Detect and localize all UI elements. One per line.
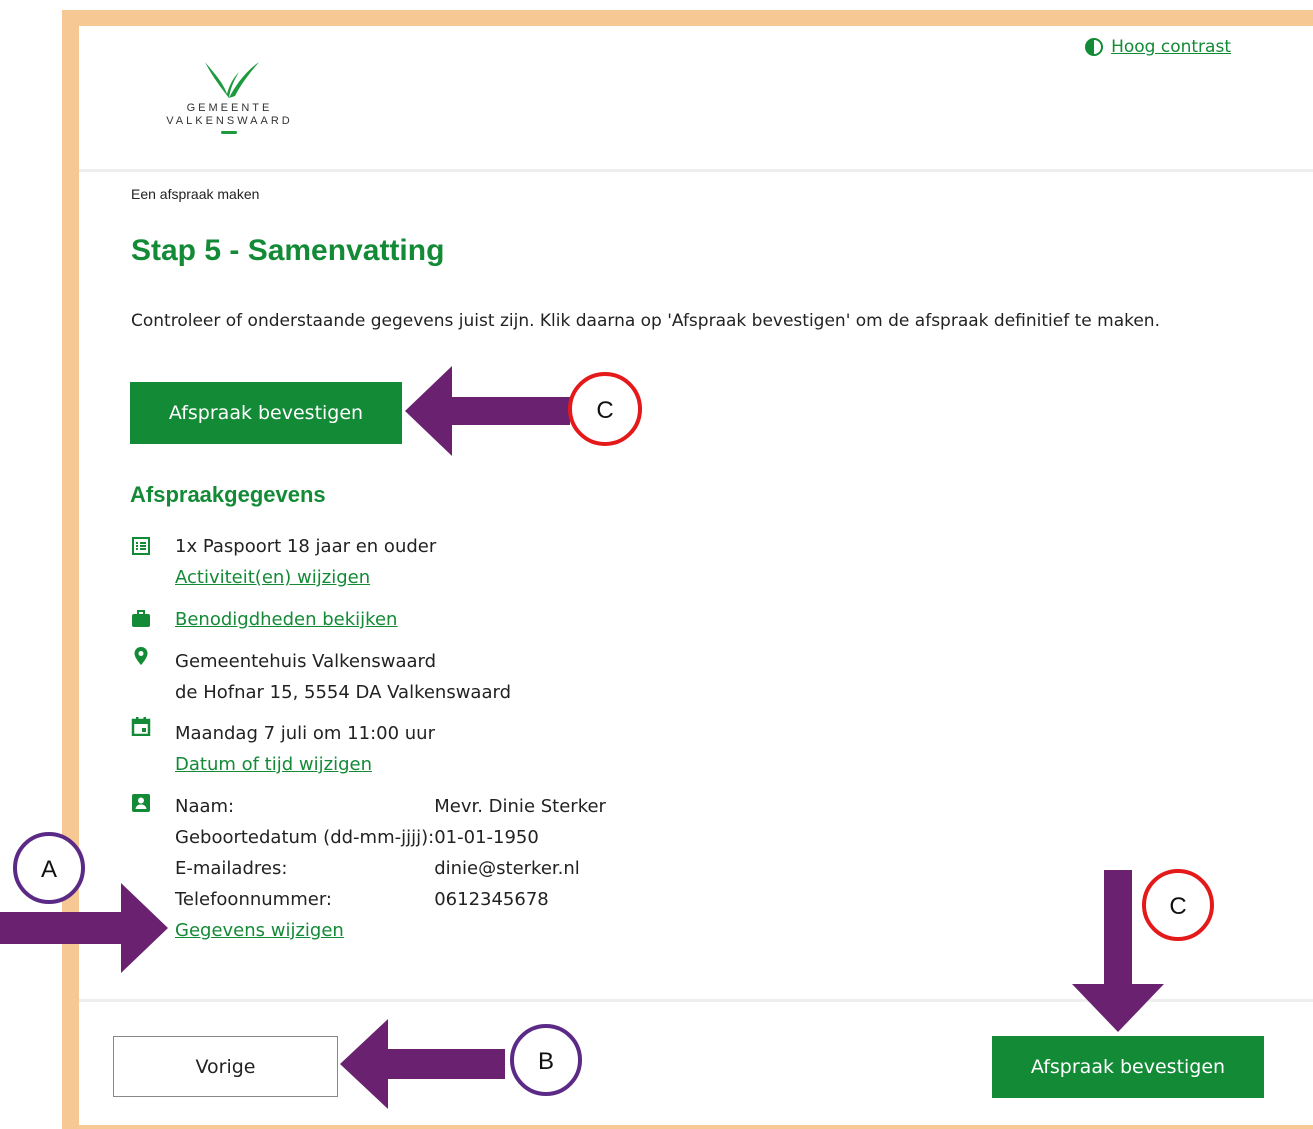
detail-row: Telefoonnummer: 0612345678	[175, 884, 606, 915]
change-activity-link[interactable]: Activiteit(en) wijzigen	[175, 567, 370, 588]
appointment-page: GEMEENTE VALKENSWAARD Hoog contrast Een …	[79, 26, 1313, 1125]
activity-text: 1x Paspoort 18 jaar en ouder	[175, 536, 437, 557]
previous-button[interactable]: Vorige	[113, 1036, 338, 1097]
page-title: Stap 5 - Samenvatting	[131, 234, 445, 267]
view-requirements-link[interactable]: Benodigdheden bekijken	[175, 609, 397, 630]
site-header: GEMEENTE VALKENSWAARD Hoog contrast	[79, 26, 1313, 172]
location-pin-icon	[134, 647, 148, 665]
detail-row: E-mailadres: dinie@sterker.nl	[175, 853, 606, 884]
personal-details-table: Naam: Mevr. Dinie Sterker Geboortedatum …	[175, 791, 606, 915]
section-title: Afspraakgegevens	[130, 482, 326, 507]
leaf-logo-icon	[205, 62, 259, 134]
intro-text: Controleer of onderstaande gegevens juis…	[131, 311, 1160, 331]
high-contrast-toggle[interactable]: Hoog contrast	[1085, 37, 1231, 57]
logo-line-2: VALKENSWAARD	[166, 115, 293, 127]
location-address: de Hofnar 15, 5554 DA Valkenswaard	[175, 682, 512, 703]
detail-value: Mevr. Dinie Sterker	[434, 796, 606, 817]
annotation-label-a: A	[41, 856, 57, 883]
breadcrumb: Een afspraak maken	[131, 186, 260, 202]
logo-wordmark: GEMEENTE VALKENSWAARD	[137, 102, 322, 128]
confirm-appointment-button-bottom[interactable]: Afspraak bevestigen	[992, 1036, 1264, 1098]
detail-label: Naam:	[175, 796, 235, 817]
contact-card-icon	[132, 794, 150, 812]
appointment-datetime: Maandag 7 juli om 11:00 uur	[175, 723, 435, 744]
logo-line-1: GEMEENTE	[186, 102, 273, 114]
briefcase-icon	[132, 610, 150, 627]
contrast-icon	[1085, 38, 1104, 56]
detail-value: dinie@sterker.nl	[434, 858, 580, 879]
change-details-link[interactable]: Gegevens wijzigen	[175, 920, 344, 941]
detail-row: Geboortedatum (dd-mm-jjjj): 01-01-1950	[175, 822, 606, 853]
location-name: Gemeentehuis Valkenswaard	[175, 651, 437, 672]
detail-label: Telefoonnummer:	[175, 889, 332, 910]
municipality-logo[interactable]: GEMEENTE VALKENSWAARD	[137, 60, 322, 140]
detail-label: E-mailadres:	[175, 858, 288, 879]
calendar-icon	[131, 717, 151, 736]
detail-label: Geboortedatum (dd-mm-jjjj):	[175, 827, 435, 848]
detail-row: Naam: Mevr. Dinie Sterker	[175, 791, 606, 822]
detail-value: 01-01-1950	[434, 827, 539, 848]
confirm-appointment-button-top[interactable]: Afspraak bevestigen	[130, 382, 402, 444]
high-contrast-link[interactable]: Hoog contrast	[1111, 37, 1231, 57]
list-icon	[132, 537, 150, 555]
detail-value: 0612345678	[434, 889, 549, 910]
personal-details: Naam: Mevr. Dinie Sterker Geboortedatum …	[175, 791, 606, 946]
change-datetime-link[interactable]: Datum of tijd wijzigen	[175, 754, 372, 775]
